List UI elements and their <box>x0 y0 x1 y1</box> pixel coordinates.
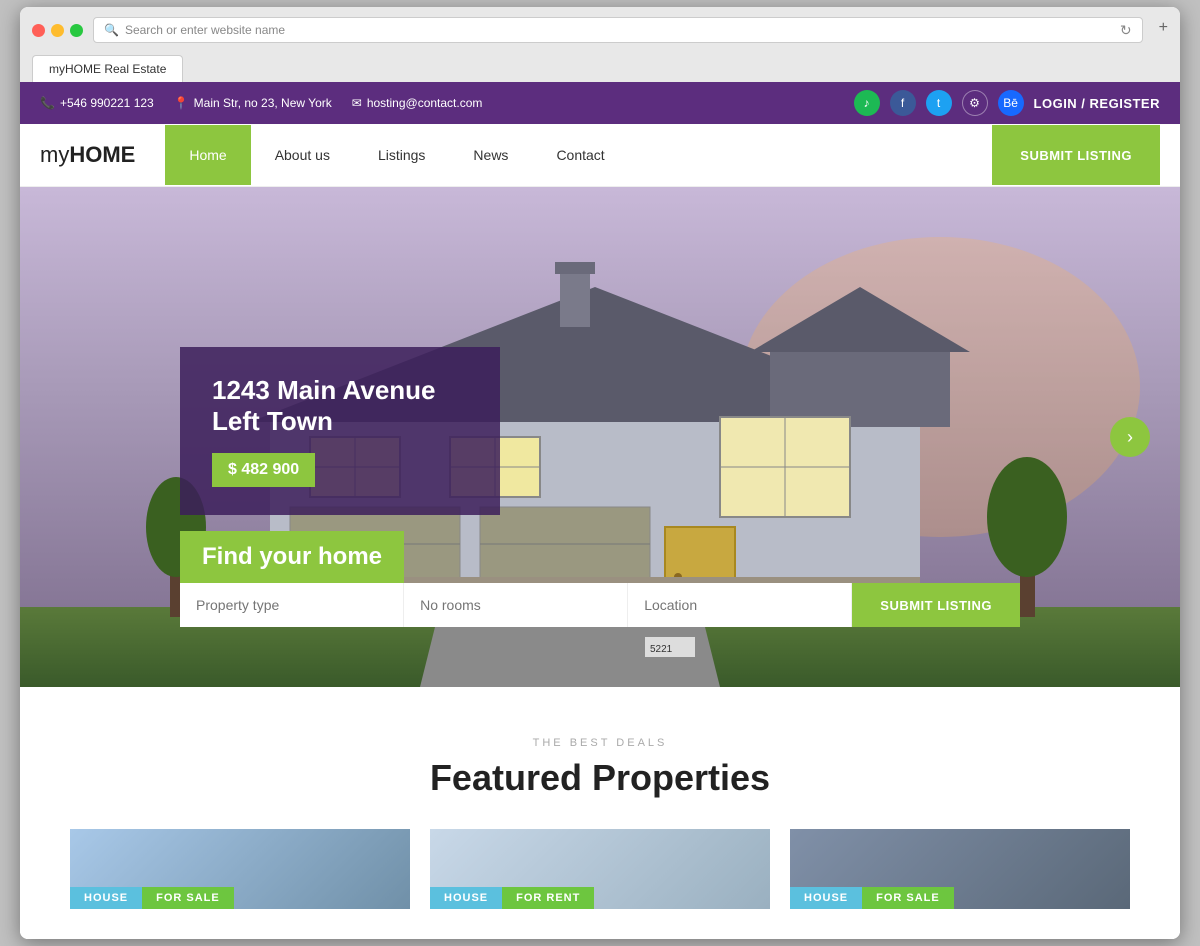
browser-chrome: 🔍 Search or enter website name ↻ + myHOM… <box>20 7 1180 82</box>
nav-about[interactable]: About us <box>251 125 354 185</box>
maximize-button[interactable] <box>70 24 83 37</box>
behance-icon[interactable]: Bē <box>998 90 1024 116</box>
close-button[interactable] <box>32 24 45 37</box>
nav-news[interactable]: News <box>449 125 532 185</box>
email-text: hosting@contact.com <box>367 96 483 110</box>
logo-home: HOME <box>69 142 135 167</box>
no-rooms-field[interactable] <box>404 583 628 627</box>
house-badge: HOUSE <box>70 887 142 909</box>
section-title: Featured Properties <box>20 757 1180 799</box>
property-type-field[interactable] <box>180 583 404 627</box>
search-submit-button[interactable]: SUBMIT LISTING <box>852 583 1020 627</box>
property-card: HOUSE FOR RENT <box>430 829 770 909</box>
status-badge: FOR SALE <box>142 887 234 909</box>
house-badge: HOUSE <box>790 887 862 909</box>
twitter-icon[interactable]: t <box>926 90 952 116</box>
property-info-box: 1243 Main Avenue Left Town $ 482 900 <box>180 347 500 515</box>
property-cards-row: HOUSE FOR SALE HOUSE FOR RENT <box>20 829 1180 909</box>
house-badge: HOUSE <box>430 887 502 909</box>
card-badges: HOUSE FOR SALE <box>70 887 234 909</box>
property-price: $ 482 900 <box>212 453 315 487</box>
refresh-icon[interactable]: ↻ <box>1120 22 1132 39</box>
login-register-link[interactable]: LOGIN / REGISTER <box>1034 96 1160 111</box>
card-badges: HOUSE FOR RENT <box>430 887 594 909</box>
card-badges: HOUSE FOR SALE <box>790 887 954 909</box>
property-card: HOUSE FOR SALE <box>70 829 410 909</box>
svg-text:5221: 5221 <box>650 644 673 655</box>
nav-home[interactable]: Home <box>165 125 250 185</box>
main-nav: myHOME Home About us Listings News Conta… <box>20 124 1180 187</box>
nav-submit-listing-button[interactable]: SUBMIT LISTING <box>992 125 1160 185</box>
email-item: ✉ hosting@contact.com <box>352 96 483 110</box>
phone-number: +546 990221 123 <box>60 96 154 110</box>
status-badge: FOR RENT <box>502 887 594 909</box>
top-bar: 📞 +546 990221 123 📍 Main Str, no 23, New… <box>20 82 1180 124</box>
minimize-button[interactable] <box>51 24 64 37</box>
nav-links: Home About us Listings News Contact <box>165 125 992 185</box>
find-home-bar: Find your home SUBMIT LISTING <box>180 531 1020 627</box>
new-tab-button[interactable]: + <box>1159 19 1168 41</box>
address-item: 📍 Main Str, no 23, New York <box>174 96 332 110</box>
card-image: HOUSE FOR SALE <box>790 829 1130 909</box>
phone-item: 📞 +546 990221 123 <box>40 96 154 110</box>
slider-next-button[interactable]: › <box>1110 417 1150 457</box>
location-icon: 📍 <box>174 96 189 110</box>
status-badge: FOR SALE <box>862 887 954 909</box>
phone-icon: 📞 <box>40 96 55 110</box>
top-bar-left: 📞 +546 990221 123 📍 Main Str, no 23, New… <box>40 96 482 110</box>
spotify-icon[interactable]: ♪ <box>854 90 880 116</box>
logo[interactable]: myHOME <box>40 124 155 186</box>
find-home-label: Find your home <box>180 531 404 583</box>
top-bar-right: ♪ f t ⚙ Bē LOGIN / REGISTER <box>854 90 1160 116</box>
hero-section: 5221 1243 Main Avenue Left Town $ 482 90… <box>20 187 1180 687</box>
address-text: Search or enter website name <box>125 23 1114 37</box>
browser-tab[interactable]: myHOME Real Estate <box>32 55 183 82</box>
email-icon: ✉ <box>352 96 362 110</box>
card-image: HOUSE FOR RENT <box>430 829 770 909</box>
logo-my: my <box>40 142 69 167</box>
property-card: HOUSE FOR SALE <box>790 829 1130 909</box>
nav-listings[interactable]: Listings <box>354 125 449 185</box>
settings-icon[interactable]: ⚙ <box>962 90 988 116</box>
search-icon: 🔍 <box>104 23 119 37</box>
section-subtitle: THE BEST DEALS <box>20 737 1180 749</box>
nav-contact[interactable]: Contact <box>532 125 628 185</box>
featured-section: THE BEST DEALS Featured Properties HOUSE… <box>20 687 1180 939</box>
search-row: SUBMIT LISTING <box>180 583 1020 627</box>
facebook-icon[interactable]: f <box>890 90 916 116</box>
traffic-lights <box>32 24 83 37</box>
property-title: 1243 Main Avenue Left Town <box>212 375 468 437</box>
browser-window: 🔍 Search or enter website name ↻ + myHOM… <box>20 7 1180 939</box>
address-bar[interactable]: 🔍 Search or enter website name ↻ <box>93 17 1143 43</box>
location-field[interactable] <box>628 583 852 627</box>
card-image: HOUSE FOR SALE <box>70 829 410 909</box>
website-content: 📞 +546 990221 123 📍 Main Str, no 23, New… <box>20 82 1180 939</box>
address-text: Main Str, no 23, New York <box>194 96 332 110</box>
